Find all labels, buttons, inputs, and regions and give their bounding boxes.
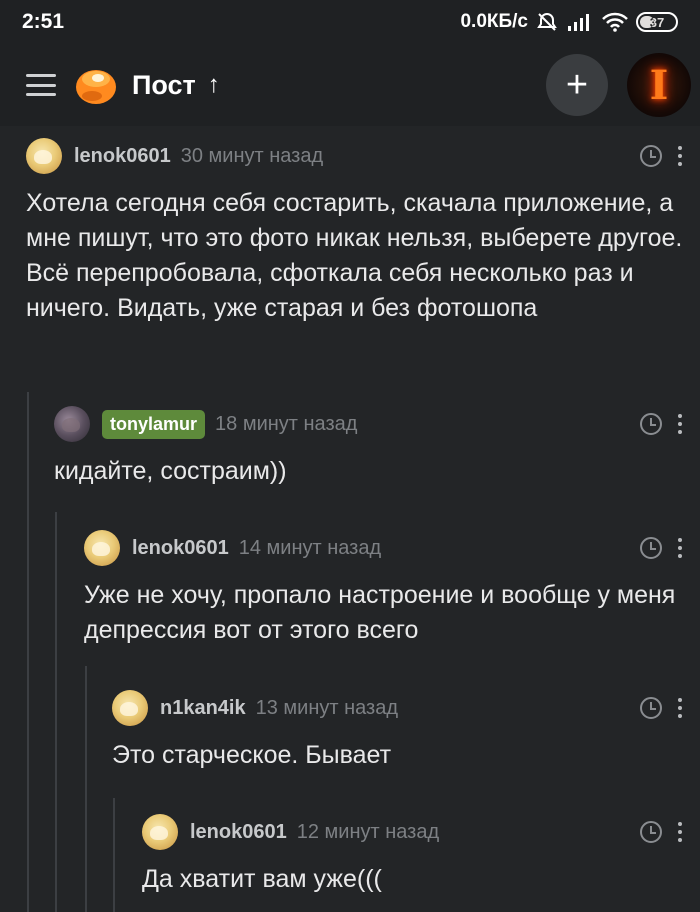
comment-time: 12 минут назад: [296, 820, 440, 843]
menu-icon[interactable]: [26, 74, 56, 96]
comment-text: Хотела сегодня себя состарить, скачала п…: [26, 189, 683, 322]
clock-icon[interactable]: [640, 537, 662, 559]
clock-icon[interactable]: [640, 413, 662, 435]
comment-text: Это старческое. Бывает: [112, 741, 392, 769]
comment-time: 14 минут назад: [238, 536, 382, 559]
comment: lenok0601 30 минут назад Хотела сегодня …: [26, 136, 684, 326]
thread-line: [55, 512, 57, 912]
avatar[interactable]: [54, 406, 90, 442]
comment-author[interactable]: lenok0601: [74, 145, 171, 168]
status-bar: 2:51 0.0КБ/с 37: [0, 0, 700, 44]
comment-header: lenok0601 30 минут назад: [26, 136, 684, 176]
avatar[interactable]: [142, 814, 178, 850]
profile-avatar[interactable]: I: [627, 53, 691, 117]
status-time: 2:51: [22, 10, 65, 33]
more-options-icon[interactable]: [676, 822, 684, 842]
comment-author[interactable]: lenok0601: [132, 537, 229, 560]
thread-line: [27, 392, 29, 912]
comment-header: lenok0601 12 минут назад: [142, 812, 684, 852]
status-icons: 0.0КБ/с 37: [460, 11, 678, 33]
comment: n1kan4ik 13 минут назад Это старческое. …: [112, 688, 684, 773]
battery-level: 37: [649, 14, 665, 30]
clock-icon[interactable]: [640, 821, 662, 843]
comment: lenok0601 12 минут назад Да хватит вам у…: [142, 812, 684, 897]
comment-author[interactable]: n1kan4ik: [160, 697, 246, 720]
page-title: Пост: [132, 69, 196, 100]
clock-icon[interactable]: [640, 697, 662, 719]
thread-line: [113, 798, 115, 912]
comment-text: Уже не хочу, пропало настроение и вообще…: [84, 581, 676, 644]
comment-author[interactable]: lenok0601: [190, 821, 287, 844]
more-options-icon[interactable]: [676, 146, 684, 166]
comment-text: Да хватит вам уже(((: [142, 865, 382, 893]
add-post-button[interactable]: +: [546, 54, 608, 116]
comment-header: tonylamur 18 минут назад: [54, 404, 684, 444]
more-options-icon[interactable]: [676, 698, 684, 718]
comment-time: 13 минут назад: [255, 696, 399, 719]
more-options-icon[interactable]: [676, 414, 684, 434]
net-speed: 0.0КБ/с: [460, 11, 528, 32]
comment-time: 30 минут назад: [180, 144, 324, 167]
mute-alarm-icon: [537, 12, 557, 31]
comment-author[interactable]: tonylamur: [102, 409, 206, 439]
comment-text: кидайте, состраим)): [54, 457, 287, 485]
battery-icon: 37: [636, 12, 678, 32]
avatar[interactable]: [84, 530, 120, 566]
app-bar: Пост ↑ + I: [0, 44, 700, 126]
avatar[interactable]: [112, 690, 148, 726]
more-options-icon[interactable]: [676, 538, 684, 558]
wifi-icon: [602, 12, 628, 32]
avatar[interactable]: [26, 138, 62, 174]
app-logo[interactable]: [72, 61, 120, 109]
comment-time: 18 минут назад: [215, 412, 358, 435]
comment: tonylamur 18 минут назад кидайте, состра…: [54, 404, 684, 489]
comment-header: lenok0601 14 минут назад: [84, 528, 684, 568]
comment: lenok0601 14 минут назад Уже не хочу, пр…: [84, 528, 684, 648]
signal-icon: [568, 14, 589, 31]
thread-line: [85, 666, 87, 912]
clock-icon[interactable]: [640, 145, 662, 167]
comment-header: n1kan4ik 13 минут назад: [112, 688, 684, 728]
scroll-up-icon[interactable]: ↑: [208, 71, 220, 99]
